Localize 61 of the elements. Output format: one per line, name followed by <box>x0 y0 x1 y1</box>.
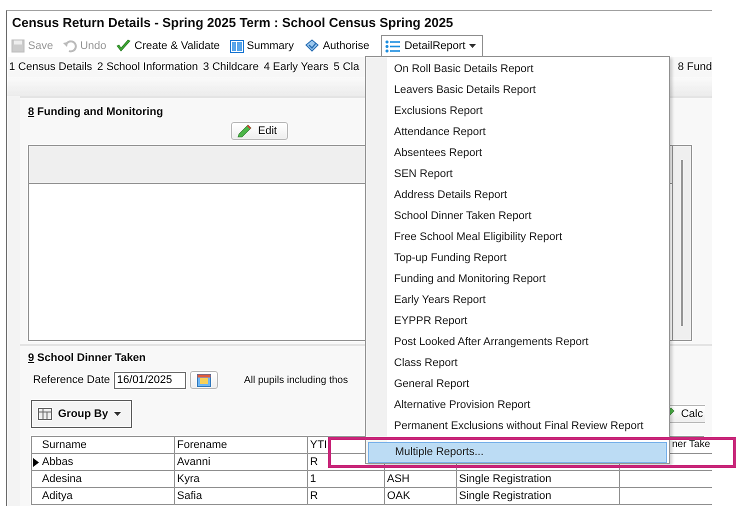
menu-item[interactable]: General Report <box>368 374 667 395</box>
section-heading: 9 School Dinner Taken <box>28 351 146 366</box>
table-cell: Single Registration <box>457 488 620 505</box>
date-field[interactable]: 16/01/2025 <box>114 372 186 388</box>
window-title: Census Return Details - Spring 2025 Term : School Census Spring 2025 <box>7 11 712 35</box>
table-cell: R <box>308 488 385 505</box>
menu-item[interactable]: SEN Report <box>368 164 667 185</box>
table-cell: Abbas <box>40 454 175 471</box>
scrollbar[interactable] <box>672 146 691 340</box>
undo-icon <box>63 39 78 53</box>
table-cell: Safia <box>175 488 308 505</box>
table-cell: Aditya <box>40 488 175 505</box>
group-by-button[interactable]: Group By <box>31 400 132 428</box>
menu-item[interactable]: Class Report <box>368 353 667 374</box>
table-cell: 1 <box>308 471 385 488</box>
menu-item[interactable]: Leavers Basic Details Report <box>368 80 667 101</box>
toolbar-button[interactable]: Summary <box>228 36 296 56</box>
grid-icon <box>38 408 52 420</box>
table-icon <box>230 40 244 52</box>
calendar-button[interactable] <box>190 371 218 389</box>
column-header[interactable]: Surname <box>40 437 175 454</box>
section-link[interactable]: 8 Fund <box>678 61 712 73</box>
table-cell: OAK <box>385 488 457 505</box>
list-icon <box>385 40 400 52</box>
check-icon <box>116 39 132 53</box>
table-cell: Avanni <box>175 454 308 471</box>
table-cell: Adesina <box>40 471 175 488</box>
caret-icon <box>114 412 122 416</box>
table-cell: Kyra <box>175 471 308 488</box>
menu-item[interactable]: Post Looked After Arrangements Report <box>368 332 667 353</box>
section-link[interactable]: 1 Census Details <box>9 61 92 73</box>
column-header[interactable]: Forename <box>175 437 308 454</box>
section-link[interactable]: 5 Cla <box>334 61 360 73</box>
menu-item[interactable]: EYPPR Report <box>368 311 667 332</box>
note-text: All pupils including thos <box>244 374 348 386</box>
reference-date-label: Reference Date <box>33 374 110 386</box>
menu-item[interactable]: On Roll Basic Details Report <box>368 59 667 80</box>
edit-button[interactable]: Edit <box>231 122 288 140</box>
menu-item[interactable]: Multiple Reports... <box>368 442 667 463</box>
menu-item[interactable]: Early Years Report <box>368 290 667 311</box>
section-link[interactable]: 2 School Information <box>97 61 198 73</box>
menu-item[interactable]: Funding and Monitoring Report <box>368 269 667 290</box>
table-cell: ASH <box>385 471 457 488</box>
floppy-icon <box>11 39 25 53</box>
menu-item[interactable]: Attendance Report <box>368 122 667 143</box>
section-link[interactable]: 4 Early Years <box>264 61 329 73</box>
toolbar-button[interactable]: Authorise <box>302 36 372 56</box>
stamp-icon <box>304 39 320 53</box>
toolbar-button[interactable]: Create & Validate <box>114 36 222 56</box>
menu-item[interactable]: Exclusions Report <box>368 101 667 122</box>
menu-item[interactable]: Free School Meal Eligibility Report <box>368 227 667 248</box>
menu-item[interactable]: Address Details Report <box>368 185 667 206</box>
section-heading: 8 Funding and Monitoring <box>28 105 164 120</box>
caret-icon <box>469 44 476 48</box>
menu-item[interactable]: School Dinner Taken Report <box>368 206 667 227</box>
menu-item[interactable]: Absentees Report <box>368 143 667 164</box>
section-link[interactable]: 3 Childcare <box>203 61 259 73</box>
calendar-icon <box>197 374 212 386</box>
menu-item[interactable]: Top-up Funding Report <box>368 248 667 269</box>
table-cell: Single Registration <box>457 471 620 488</box>
detail-report-dropdown[interactable]: DetailReport <box>381 35 484 57</box>
